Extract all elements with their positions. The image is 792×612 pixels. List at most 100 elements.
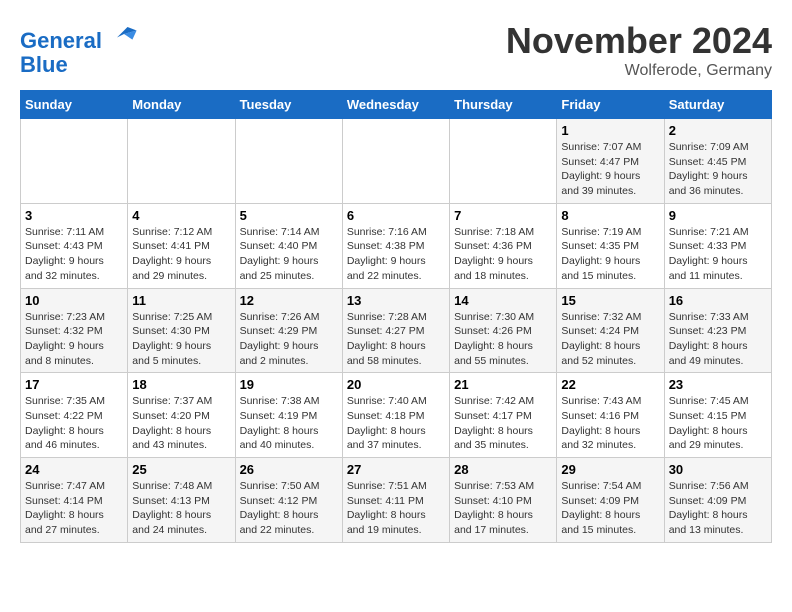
week-row-1: 1 Sunrise: 7:07 AM Sunset: 4:47 PM Daylig… xyxy=(21,119,772,204)
day-number: 8 xyxy=(561,208,659,223)
day-cell: 3 Sunrise: 7:11 AM Sunset: 4:43 PM Daylig… xyxy=(21,203,128,288)
logo-bird-icon xyxy=(110,20,138,48)
day-info: Sunrise: 7:14 AM Sunset: 4:40 PM Dayligh… xyxy=(240,225,338,284)
col-header-monday: Monday xyxy=(128,91,235,119)
day-info: Sunrise: 7:25 AM Sunset: 4:30 PM Dayligh… xyxy=(132,310,230,369)
day-cell: 8 Sunrise: 7:19 AM Sunset: 4:35 PM Daylig… xyxy=(557,203,664,288)
day-number: 25 xyxy=(132,462,230,477)
week-row-5: 24 Sunrise: 7:47 AM Sunset: 4:14 PM Dayli… xyxy=(21,458,772,543)
day-cell: 14Sunrise: 7:30 AM Sunset: 4:26 PM Dayli… xyxy=(450,288,557,373)
day-info: Sunrise: 7:45 AM Sunset: 4:15 PM Dayligh… xyxy=(669,394,767,453)
day-cell: 6Sunrise: 7:16 AM Sunset: 4:38 PM Daylig… xyxy=(342,203,449,288)
week-row-3: 10 Sunrise: 7:23 AM Sunset: 4:32 PM Dayli… xyxy=(21,288,772,373)
day-cell: 11 Sunrise: 7:25 AM Sunset: 4:30 PM Dayli… xyxy=(128,288,235,373)
day-cell: 1 Sunrise: 7:07 AM Sunset: 4:47 PM Daylig… xyxy=(557,119,664,204)
location: Wolferode, Germany xyxy=(506,62,772,80)
day-cell: 23 Sunrise: 7:45 AM Sunset: 4:15 PM Dayli… xyxy=(664,373,771,458)
day-info: Sunrise: 7:11 AM Sunset: 4:43 PM Dayligh… xyxy=(25,225,123,284)
day-info: Sunrise: 7:19 AM Sunset: 4:35 PM Dayligh… xyxy=(561,225,659,284)
day-info: Sunrise: 7:53 AM Sunset: 4:10 PM Dayligh… xyxy=(454,479,552,538)
day-info: Sunrise: 7:07 AM Sunset: 4:47 PM Dayligh… xyxy=(561,140,659,199)
day-number: 2 xyxy=(669,123,767,138)
day-info: Sunrise: 7:43 AM Sunset: 4:16 PM Dayligh… xyxy=(561,394,659,453)
day-cell xyxy=(342,119,449,204)
day-number: 29 xyxy=(561,462,659,477)
day-info: Sunrise: 7:48 AM Sunset: 4:13 PM Dayligh… xyxy=(132,479,230,538)
day-info: Sunrise: 7:23 AM Sunset: 4:32 PM Dayligh… xyxy=(25,310,123,369)
day-number: 1 xyxy=(561,123,659,138)
week-row-4: 17Sunrise: 7:35 AM Sunset: 4:22 PM Dayli… xyxy=(21,373,772,458)
day-cell: 12Sunrise: 7:26 AM Sunset: 4:29 PM Dayli… xyxy=(235,288,342,373)
day-number: 7 xyxy=(454,208,552,223)
day-cell: 20 Sunrise: 7:40 AM Sunset: 4:18 PM Dayli… xyxy=(342,373,449,458)
logo-blue: Blue xyxy=(20,53,138,77)
day-number: 26 xyxy=(240,462,338,477)
day-number: 24 xyxy=(25,462,123,477)
day-info: Sunrise: 7:47 AM Sunset: 4:14 PM Dayligh… xyxy=(25,479,123,538)
day-cell: 7 Sunrise: 7:18 AM Sunset: 4:36 PM Daylig… xyxy=(450,203,557,288)
day-number: 13 xyxy=(347,293,445,308)
day-number: 27 xyxy=(347,462,445,477)
day-number: 22 xyxy=(561,377,659,392)
page-header: General Blue November 2024 Wolferode, Ge… xyxy=(20,20,772,80)
day-info: Sunrise: 7:54 AM Sunset: 4:09 PM Dayligh… xyxy=(561,479,659,538)
day-info: Sunrise: 7:30 AM Sunset: 4:26 PM Dayligh… xyxy=(454,310,552,369)
day-info: Sunrise: 7:32 AM Sunset: 4:24 PM Dayligh… xyxy=(561,310,659,369)
day-info: Sunrise: 7:33 AM Sunset: 4:23 PM Dayligh… xyxy=(669,310,767,369)
logo-text: General xyxy=(20,20,138,53)
day-cell: 30Sunrise: 7:56 AM Sunset: 4:09 PM Dayli… xyxy=(664,458,771,543)
day-cell: 29 Sunrise: 7:54 AM Sunset: 4:09 PM Dayli… xyxy=(557,458,664,543)
logo: General Blue xyxy=(20,20,138,77)
day-number: 9 xyxy=(669,208,767,223)
day-cell: 24 Sunrise: 7:47 AM Sunset: 4:14 PM Dayli… xyxy=(21,458,128,543)
calendar-table: SundayMondayTuesdayWednesdayThursdayFrid… xyxy=(20,90,772,543)
day-number: 4 xyxy=(132,208,230,223)
day-number: 10 xyxy=(25,293,123,308)
day-number: 16 xyxy=(669,293,767,308)
day-info: Sunrise: 7:28 AM Sunset: 4:27 PM Dayligh… xyxy=(347,310,445,369)
day-cell: 26Sunrise: 7:50 AM Sunset: 4:12 PM Dayli… xyxy=(235,458,342,543)
day-cell: 4Sunrise: 7:12 AM Sunset: 4:41 PM Daylig… xyxy=(128,203,235,288)
day-number: 3 xyxy=(25,208,123,223)
day-cell: 17Sunrise: 7:35 AM Sunset: 4:22 PM Dayli… xyxy=(21,373,128,458)
day-info: Sunrise: 7:40 AM Sunset: 4:18 PM Dayligh… xyxy=(347,394,445,453)
day-number: 23 xyxy=(669,377,767,392)
col-header-friday: Friday xyxy=(557,91,664,119)
day-number: 15 xyxy=(561,293,659,308)
day-info: Sunrise: 7:16 AM Sunset: 4:38 PM Dayligh… xyxy=(347,225,445,284)
day-info: Sunrise: 7:42 AM Sunset: 4:17 PM Dayligh… xyxy=(454,394,552,453)
day-cell: 28Sunrise: 7:53 AM Sunset: 4:10 PM Dayli… xyxy=(450,458,557,543)
day-cell: 25 Sunrise: 7:48 AM Sunset: 4:13 PM Dayli… xyxy=(128,458,235,543)
day-number: 20 xyxy=(347,377,445,392)
day-info: Sunrise: 7:37 AM Sunset: 4:20 PM Dayligh… xyxy=(132,394,230,453)
day-info: Sunrise: 7:18 AM Sunset: 4:36 PM Dayligh… xyxy=(454,225,552,284)
header-row: SundayMondayTuesdayWednesdayThursdayFrid… xyxy=(21,91,772,119)
day-cell: 21Sunrise: 7:42 AM Sunset: 4:17 PM Dayli… xyxy=(450,373,557,458)
month-title: November 2024 xyxy=(506,20,772,62)
col-header-thursday: Thursday xyxy=(450,91,557,119)
day-cell: 2 Sunrise: 7:09 AM Sunset: 4:45 PM Daylig… xyxy=(664,119,771,204)
col-header-saturday: Saturday xyxy=(664,91,771,119)
day-cell xyxy=(450,119,557,204)
day-cell: 19 Sunrise: 7:38 AM Sunset: 4:19 PM Dayli… xyxy=(235,373,342,458)
day-info: Sunrise: 7:51 AM Sunset: 4:11 PM Dayligh… xyxy=(347,479,445,538)
day-number: 11 xyxy=(132,293,230,308)
day-cell: 18 Sunrise: 7:37 AM Sunset: 4:20 PM Dayli… xyxy=(128,373,235,458)
day-number: 18 xyxy=(132,377,230,392)
col-header-tuesday: Tuesday xyxy=(235,91,342,119)
day-cell: 15 Sunrise: 7:32 AM Sunset: 4:24 PM Dayli… xyxy=(557,288,664,373)
day-info: Sunrise: 7:09 AM Sunset: 4:45 PM Dayligh… xyxy=(669,140,767,199)
col-header-wednesday: Wednesday xyxy=(342,91,449,119)
day-info: Sunrise: 7:35 AM Sunset: 4:22 PM Dayligh… xyxy=(25,394,123,453)
title-area: November 2024 Wolferode, Germany xyxy=(506,20,772,80)
day-cell: 16 Sunrise: 7:33 AM Sunset: 4:23 PM Dayli… xyxy=(664,288,771,373)
day-cell: 5Sunrise: 7:14 AM Sunset: 4:40 PM Daylig… xyxy=(235,203,342,288)
day-number: 19 xyxy=(240,377,338,392)
day-cell: 10 Sunrise: 7:23 AM Sunset: 4:32 PM Dayli… xyxy=(21,288,128,373)
day-cell xyxy=(235,119,342,204)
day-info: Sunrise: 7:38 AM Sunset: 4:19 PM Dayligh… xyxy=(240,394,338,453)
day-cell: 13 Sunrise: 7:28 AM Sunset: 4:27 PM Dayli… xyxy=(342,288,449,373)
col-header-sunday: Sunday xyxy=(21,91,128,119)
day-cell xyxy=(128,119,235,204)
day-number: 12 xyxy=(240,293,338,308)
